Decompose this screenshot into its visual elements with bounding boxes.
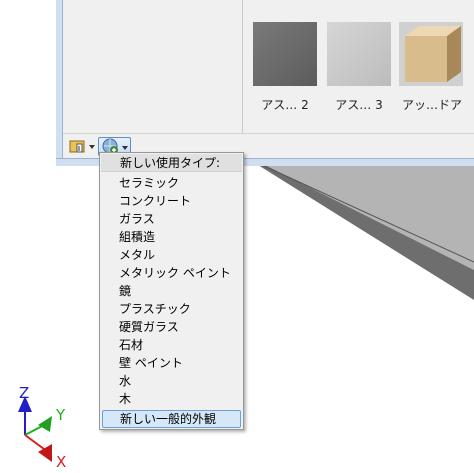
material-thumb-wood-door[interactable] [399,22,463,86]
menu-item-metallic-paint[interactable]: メタリック ペイント [100,264,243,282]
menu-item-new-generic-appearance[interactable]: 新しい一般的外観 [102,410,241,428]
menu-item-stone[interactable]: 石材 [100,336,243,354]
menu-item-concrete[interactable]: コンクリート [100,192,243,210]
library-book-icon [69,140,85,153]
material-thumb-asphalt-2[interactable] [253,22,317,86]
axis-triad: Z Y X [18,384,66,471]
menu-item-glass[interactable]: ガラス [100,210,243,228]
menu-item-plastic[interactable]: プラスチック [100,300,243,318]
y-axis-arrow [38,416,52,432]
chevron-down-icon [122,146,128,150]
library-tree-pane[interactable] [63,0,243,133]
menu-item-solid-glass[interactable]: 硬質ガラス [100,318,243,336]
z-axis-label: Z [19,384,29,402]
menu-item-water[interactable]: 水 [100,372,243,390]
material-thumb-label[interactable]: アッ…ドア [396,96,468,113]
menu-item-metal[interactable]: メタル [100,246,243,264]
new-material-menu: 新しい使用タイプ: セラミック コンクリート ガラス 組積造 メタル メタリック… [99,152,244,430]
menu-item-wood[interactable]: 木 [100,390,243,408]
y-axis-label: Y [55,406,66,424]
x-axis-label: X [56,453,66,471]
window-frame-left [56,0,63,158]
chevron-down-icon [89,145,95,149]
material-browser-window: アス… 2 アス… 3 アッ…ドア [0,0,474,166]
menu-item-masonry[interactable]: 組積造 [100,228,243,246]
menu-item-wall-paint[interactable]: 壁 ペイント [100,354,243,372]
material-thumb-label[interactable]: アス… 3 [323,96,395,113]
menu-item-mirror[interactable]: 鏡 [100,282,243,300]
menu-header: 新しい使用タイプ: [101,154,242,172]
material-thumb-asphalt-3[interactable] [327,22,391,86]
material-thumbnail-pane[interactable]: アス… 2 アス… 3 アッ…ドア [243,0,474,133]
menu-item-ceramic[interactable]: セラミック [100,174,243,192]
library-menu-button[interactable] [67,137,97,156]
material-thumb-label[interactable]: アス… 2 [249,96,321,113]
